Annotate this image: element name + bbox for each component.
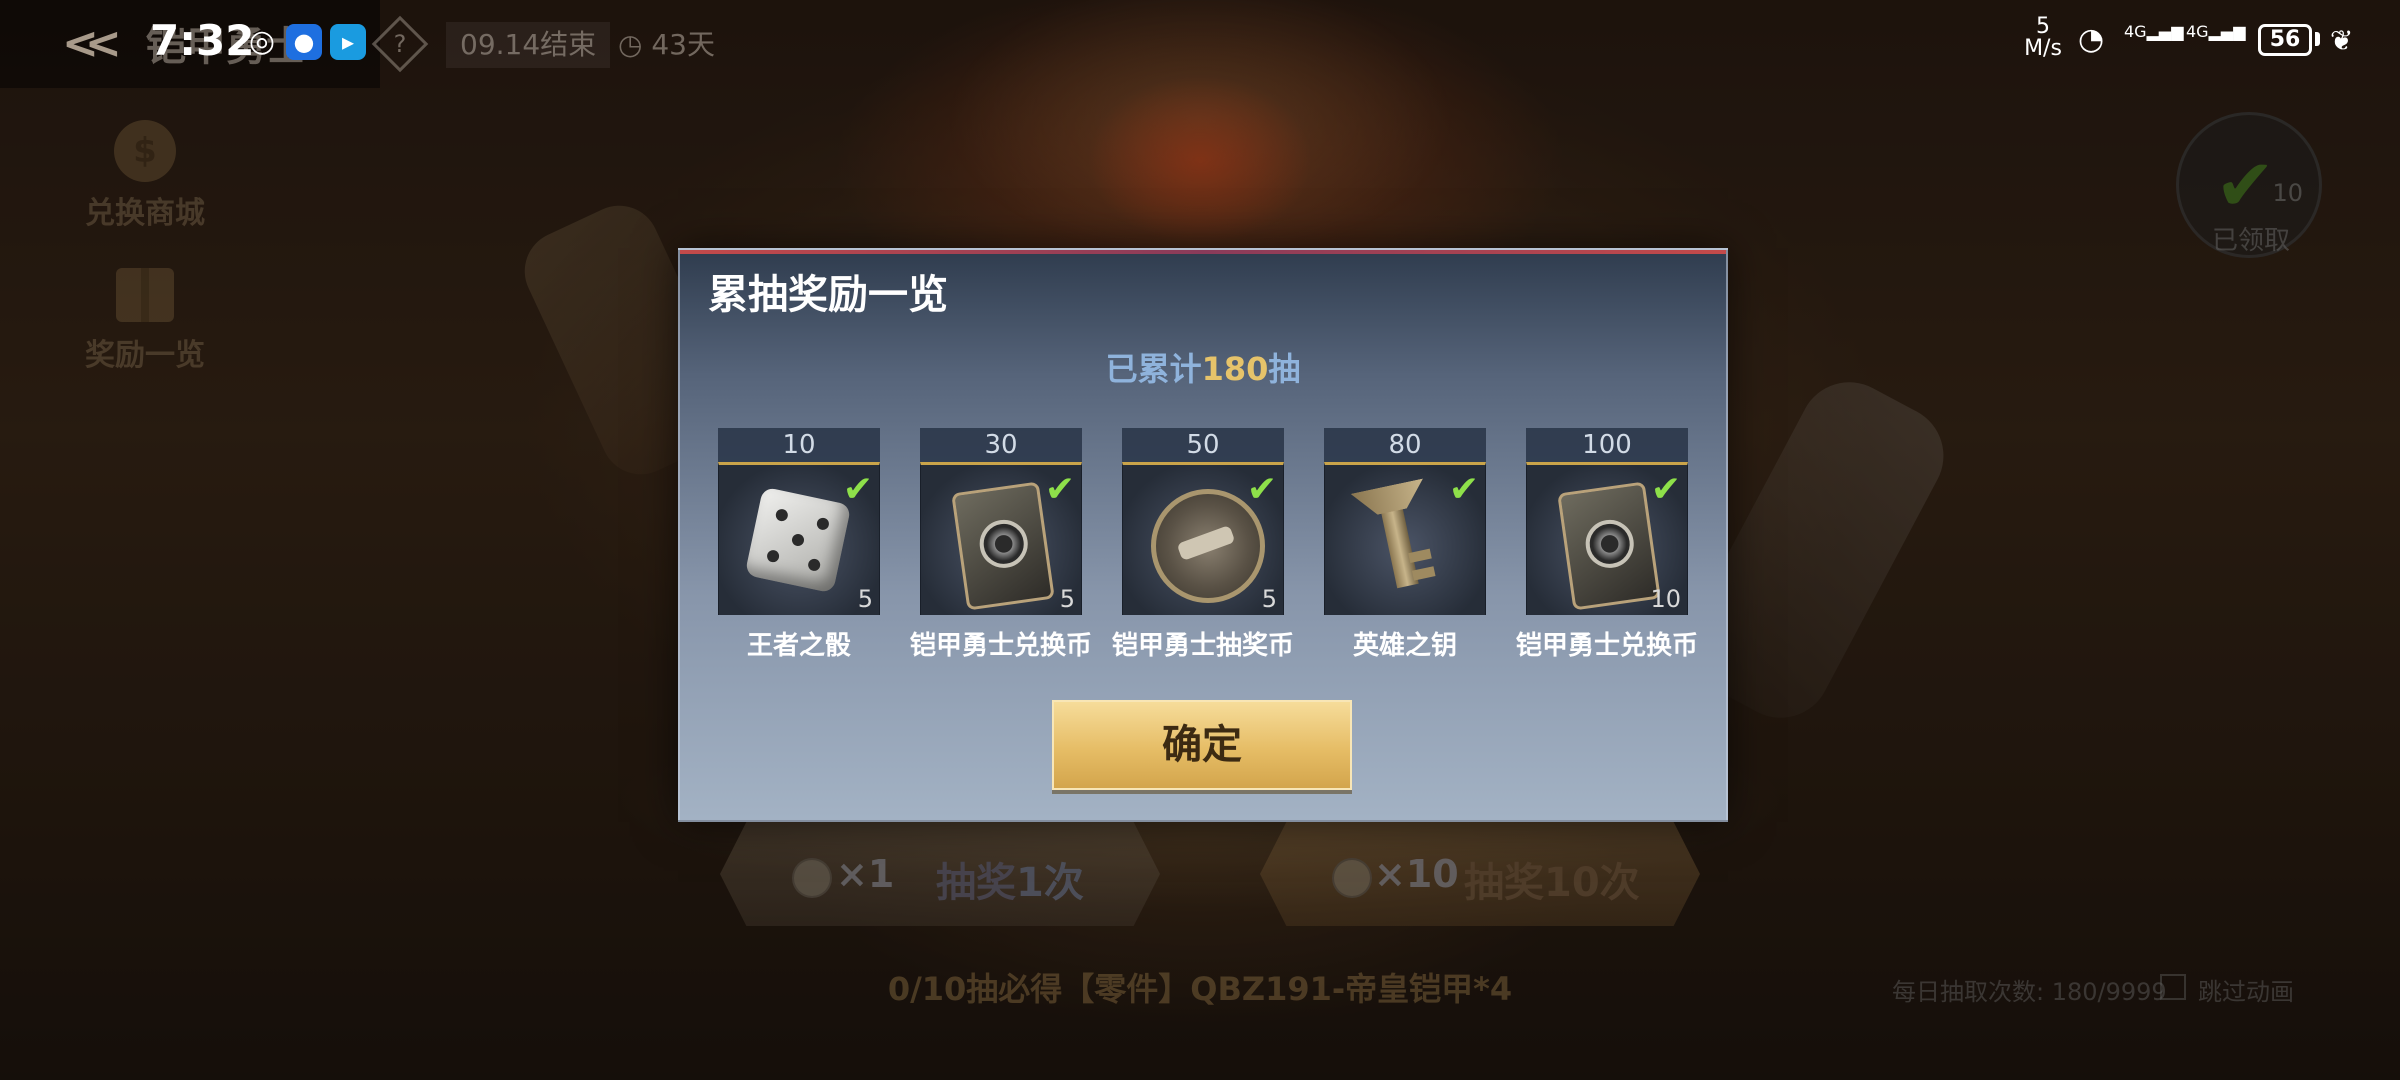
reward-quantity: 10 <box>1650 585 1681 613</box>
check-icon: ✔ <box>1246 469 1277 510</box>
reward-tile: ✔ 5 <box>718 462 880 615</box>
reward-quantity: 5 <box>857 585 873 613</box>
check-icon: ✔ <box>1448 469 1479 510</box>
reward-tier: 10 <box>718 428 880 462</box>
exchange-token-icon <box>1557 481 1661 611</box>
wechat-icon: ◎ <box>248 24 276 59</box>
leaf-icon: ❦ <box>2330 24 2354 57</box>
key-icon <box>1377 489 1419 589</box>
reward-tile: ✔ 5 <box>1122 462 1284 615</box>
signal-icon: 4G▂▄▆ <box>2186 22 2246 41</box>
reward-name: 英雄之钥 <box>1352 631 1457 661</box>
chevron-left-icon: << <box>62 18 122 69</box>
reward-item[interactable]: 10 ✔ 5 王者之骰 <box>718 428 880 662</box>
back-button[interactable]: << <box>62 20 122 68</box>
reward-tile: ✔ 10 <box>1526 462 1688 615</box>
confirm-button[interactable]: 确定 <box>1052 700 1352 790</box>
days-remaining: ◷ 43天 <box>618 28 715 61</box>
reward-item[interactable]: 80 ✔ 英雄之钥 <box>1324 428 1486 662</box>
reward-name: 铠甲勇士兑换币 <box>909 631 1092 661</box>
reward-name: 铠甲勇士兑换币 <box>1515 631 1698 661</box>
reward-tier: 30 <box>920 428 1082 462</box>
reward-tier: 100 <box>1526 428 1688 462</box>
reward-tile: ✔ <box>1324 462 1486 615</box>
check-icon: ✔ <box>1044 469 1075 510</box>
battery-indicator: 56 <box>2258 24 2312 56</box>
reward-tier: 50 <box>1122 428 1284 462</box>
cumulative-reward-dialog: 累抽奖励一览 已累计180抽 10 ✔ 5 王者之骰 30 ✔ 5 铠甲勇士兑换… <box>678 248 1728 822</box>
reward-item[interactable]: 50 ✔ 5 铠甲勇士抽奖币 <box>1112 428 1294 662</box>
signal-icon: 4G▂▄▆ <box>2124 22 2184 41</box>
reward-name: 铠甲勇士抽奖币 <box>1111 631 1294 661</box>
reward-quantity: 5 <box>1059 585 1075 613</box>
bulb-icon: ● <box>286 24 322 60</box>
dice-icon <box>744 486 852 594</box>
wifi-icon: ◔ <box>2078 22 2105 57</box>
clock: 7:32 <box>150 16 255 65</box>
reward-tier: 80 <box>1324 428 1486 462</box>
reward-item[interactable]: 30 ✔ 5 铠甲勇士兑换币 <box>910 428 1092 662</box>
reward-item[interactable]: 100 ✔ 10 铠甲勇士兑换币 <box>1516 428 1698 662</box>
location-pin-icon: ▸ <box>330 24 366 60</box>
reward-tile: ✔ 5 <box>920 462 1082 615</box>
clock-icon: ◷ <box>618 28 652 61</box>
check-icon: ✔ <box>842 469 873 510</box>
reward-quantity: 5 <box>1261 585 1277 613</box>
dialog-title: 累抽奖励一览 <box>708 272 948 318</box>
check-icon: ✔ <box>1650 469 1681 510</box>
reward-name: 王者之骰 <box>746 631 851 661</box>
battery-tip <box>2315 32 2320 46</box>
accumulated-draws: 已累计180抽 <box>1105 350 1301 388</box>
event-deadline: 09.14结束 <box>446 22 611 68</box>
exchange-token-icon <box>951 481 1055 611</box>
network-speed: 5 M/s <box>2024 14 2062 61</box>
